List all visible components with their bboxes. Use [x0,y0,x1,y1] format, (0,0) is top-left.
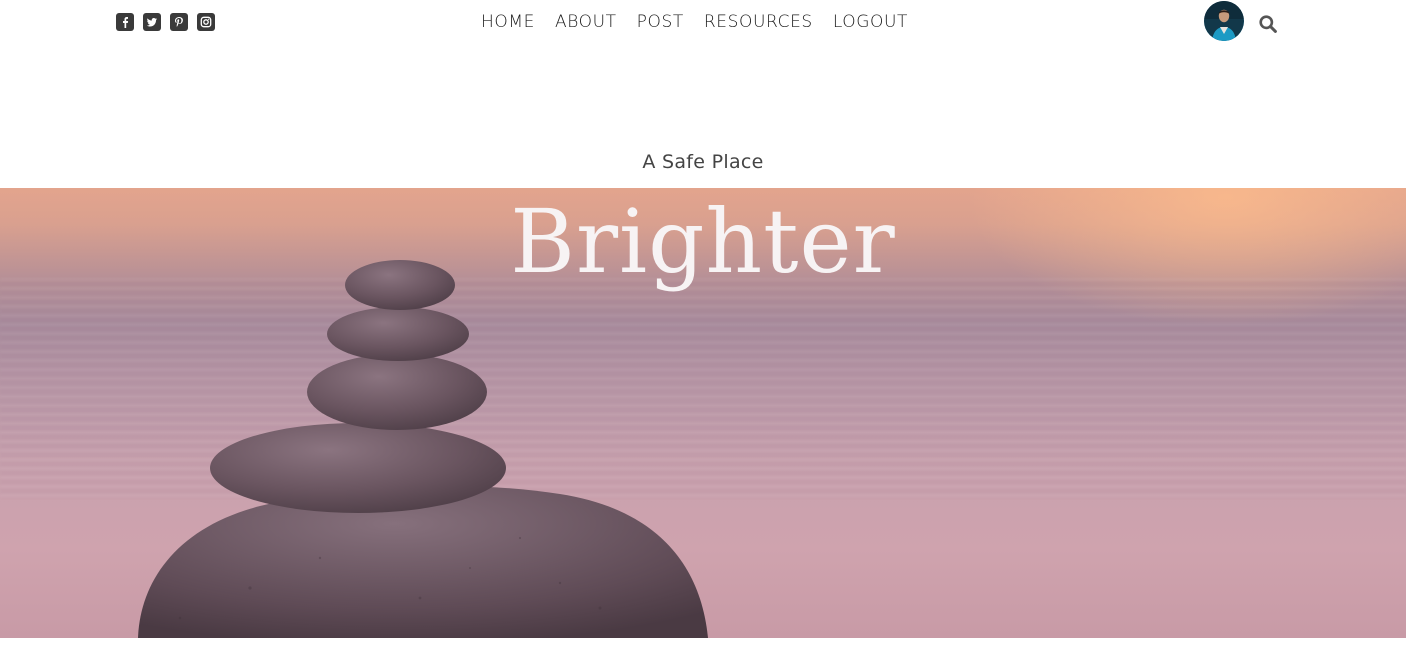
nav-logout[interactable]: LOGOUT [823,11,918,33]
facebook-icon[interactable] [116,13,134,31]
site-tagline: A Safe Place [642,151,764,173]
site-title[interactable]: Brighter [0,190,1406,294]
search-icon[interactable] [1258,14,1278,34]
nav-post[interactable]: POST [627,11,694,33]
main-nav: HOME ABOUT POST RESOURCES LOGOUT [471,11,918,33]
instagram-icon[interactable] [197,13,215,31]
twitter-icon[interactable] [143,13,161,31]
user-avatar[interactable] [1204,1,1244,41]
page: HOME ABOUT POST RESOURCES LOGOUT A Safe … [0,0,1406,654]
social-links [116,13,215,31]
nav-home[interactable]: HOME [471,11,545,33]
pinterest-icon[interactable] [170,13,188,31]
nav-resources[interactable]: RESOURCES [694,11,823,33]
nav-about[interactable]: ABOUT [545,11,627,33]
